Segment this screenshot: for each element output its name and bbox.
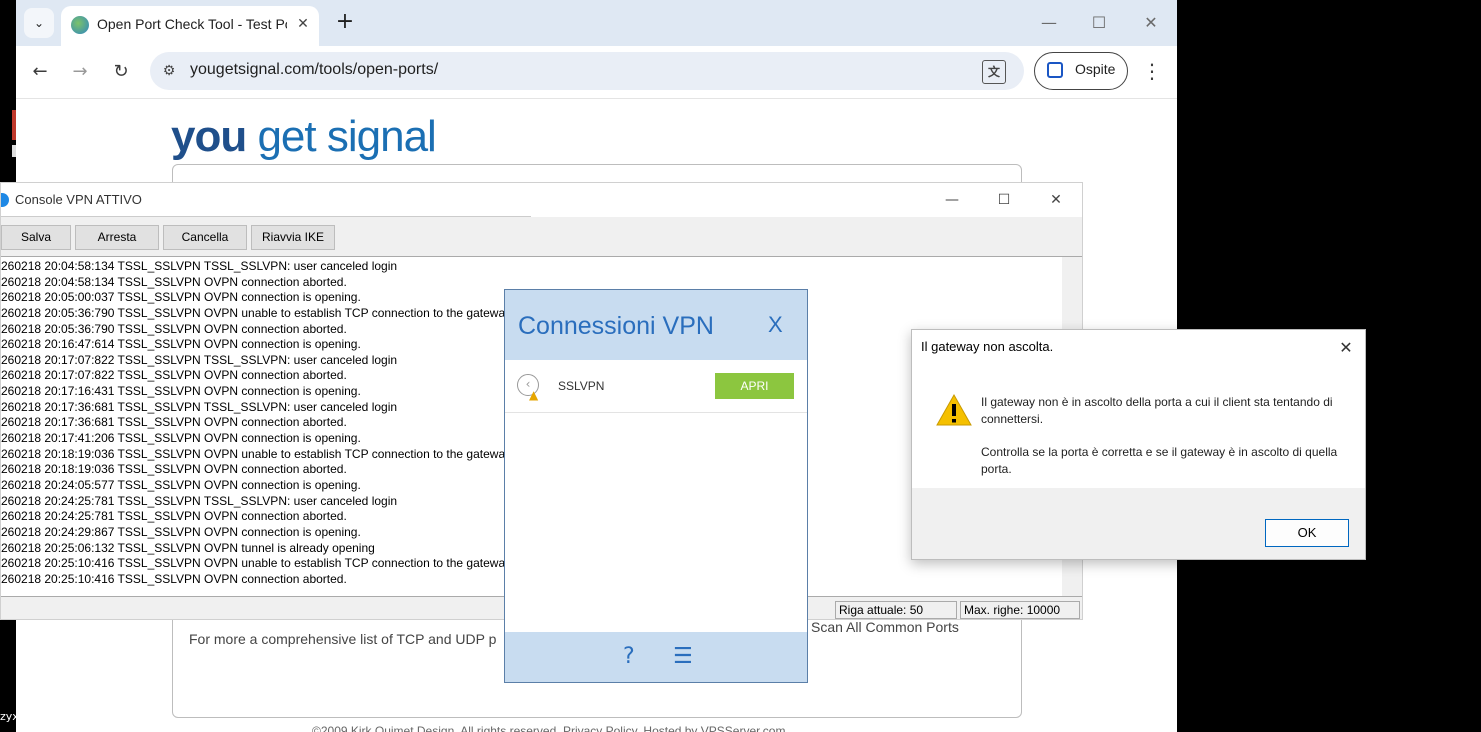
dialog-message-1: Il gateway non è in ascolto della porta … — [981, 395, 1333, 426]
connections-close-button[interactable]: X — [768, 312, 783, 338]
close-icon: ✕ — [1339, 338, 1353, 357]
menu-icon[interactable]: ☰ — [673, 644, 693, 669]
scan-all-ports-link[interactable]: Scan All Common Ports — [811, 619, 959, 635]
reload-button[interactable]: ↻ — [107, 58, 135, 86]
log-line: 260218 20:04:58:134 TSSL_SSLVPN TSSL_SSL… — [1, 259, 398, 273]
dialog-title: Il gateway non ascolta. — [921, 339, 1054, 354]
warning-icon — [936, 394, 972, 426]
dialog-footer: OK — [912, 488, 1365, 559]
forward-button[interactable]: → — [66, 58, 94, 86]
gateway-error-dialog: Il gateway non ascolta. ✕ Il gateway non… — [911, 329, 1366, 560]
reload-icon: ↻ — [113, 61, 129, 82]
console-maximize-button[interactable]: ☐ — [989, 189, 1019, 211]
vpn-connections-window: Connessioni VPN X ‹ ▲ SSLVPN APRI ? ☰ — [504, 289, 808, 683]
connection-item[interactable]: ‹ ▲ SSLVPN APRI — [505, 360, 807, 413]
open-connection-button[interactable]: APRI — [715, 373, 794, 399]
console-title: Console VPN ATTIVO — [15, 192, 142, 207]
logo-rest: get signal — [246, 112, 436, 161]
title-divider — [1, 216, 531, 217]
connections-title: Connessioni VPN — [518, 312, 714, 340]
console-close-button[interactable]: ✕ — [1041, 189, 1071, 211]
vpn-app-icon — [1, 193, 9, 207]
tab-close-button[interactable]: ✕ — [293, 14, 313, 34]
address-bar[interactable]: ⚙ yougetsignal.com/tools/open-ports/ 文 — [150, 52, 1024, 90]
ok-button[interactable]: OK — [1265, 519, 1349, 547]
dialog-close-button[interactable]: ✕ — [1334, 336, 1358, 360]
profile-label: Ospite — [1075, 61, 1116, 77]
more-vert-icon: ⋮ — [1142, 59, 1162, 83]
stop-button[interactable]: Arresta — [75, 225, 159, 250]
tab-title: Open Port Check Tool - Test Por — [97, 16, 287, 32]
browser-toolbar: ← → ↻ ⚙ yougetsignal.com/tools/open-port… — [16, 46, 1177, 99]
chevron-down-icon: ⌄ — [33, 16, 45, 30]
tab-strip: ⌄ Open Port Check Tool - Test Por ✕ + — … — [16, 0, 1177, 46]
site-info-icon[interactable]: ⚙ — [160, 62, 178, 80]
save-button[interactable]: Salva — [1, 225, 71, 250]
status-max-lines: Max. righe: 10000 — [960, 601, 1080, 619]
connections-footer: ? ☰ — [505, 632, 807, 682]
profile-icon — [1047, 62, 1063, 78]
url-text: yougetsignal.com/tools/open-ports/ — [190, 61, 439, 78]
connection-name: SSLVPN — [558, 379, 605, 393]
connections-header: Connessioni VPN X — [505, 290, 807, 360]
tab-search-dropdown[interactable]: ⌄ — [24, 8, 54, 38]
new-tab-button[interactable]: + — [332, 10, 358, 36]
site-logo[interactable]: you get signal — [171, 112, 437, 162]
arrow-right-icon: → — [72, 61, 88, 82]
restart-ike-button[interactable]: Riavvia IKE — [251, 225, 335, 250]
status-current-line: Riga attuale: 50 — [835, 601, 957, 619]
maximize-button[interactable]: ☐ — [1082, 10, 1116, 36]
page-footer: ©2009 Kirk Ouimet Design. All rights res… — [312, 724, 786, 732]
console-minimize-button[interactable]: — — [937, 189, 967, 211]
profile-button[interactable]: Ospite — [1034, 52, 1128, 90]
arrow-left-icon: ← — [32, 61, 48, 82]
dialog-message-2: Controlla se la porta è corretta e se il… — [981, 445, 1338, 476]
close-window-button[interactable]: ✕ — [1134, 10, 1168, 36]
translate-icon[interactable]: 文 — [982, 60, 1006, 84]
globe-icon — [71, 16, 89, 34]
browser-tab[interactable]: Open Port Check Tool - Test Por ✕ — [61, 6, 319, 46]
clear-button[interactable]: Cancella — [163, 225, 247, 250]
console-titlebar: Console VPN ATTIVO — ☐ ✕ — [1, 183, 1082, 217]
help-icon[interactable]: ? — [623, 644, 635, 669]
logo-you: you — [171, 112, 247, 161]
warning-icon: ▲ — [529, 388, 539, 402]
more-info-text: For more a comprehensive list of TCP and… — [189, 631, 497, 647]
minimize-button[interactable]: — — [1032, 10, 1066, 36]
log-line: 260218 20:04:58:134 TSSL_SSLVPN OVPN con… — [1, 274, 347, 289]
browser-menu-button[interactable]: ⋮ — [1140, 58, 1164, 86]
back-button[interactable]: ← — [26, 58, 54, 86]
